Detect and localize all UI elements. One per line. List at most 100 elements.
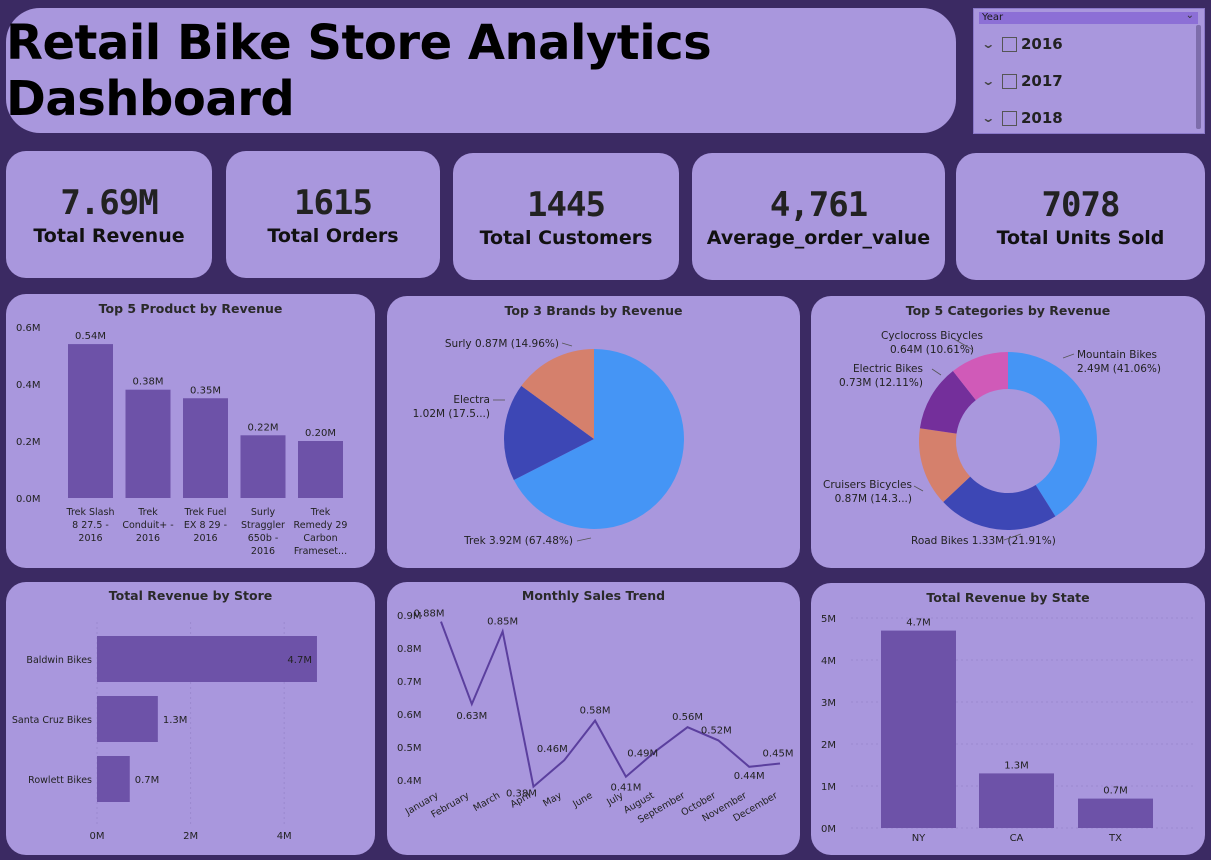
data-label: 0.46M — [537, 744, 568, 755]
year-slicer[interactable]: Year ⌄ ⌄ 2016 ⌄ 2017 ⌄ 2018 — [973, 8, 1205, 134]
chart-card-top-brands: Top 3 Brands by Revenue Trek 3.92M (67.4… — [387, 296, 800, 568]
slice-label: Surly 0.87M (14.96%) — [445, 338, 559, 350]
checkbox[interactable] — [1002, 110, 1017, 126]
slicer-header-label: Year — [982, 12, 1004, 23]
kpi-total-units-sold: 7078 Total Units Sold — [956, 153, 1205, 280]
chevron-down-icon[interactable]: ⌄ — [981, 74, 1001, 88]
y-tick-label: 0.4M — [16, 380, 41, 391]
x-tick-label: 2016 — [251, 546, 275, 557]
slice-label: Mountain Bikes — [1077, 349, 1157, 361]
chevron-down-icon[interactable]: ⌄ — [1186, 10, 1194, 22]
kpi-total-revenue: 7.69M Total Revenue — [6, 151, 212, 278]
y-tick-label: 0.7M — [397, 677, 422, 688]
data-label: 0.38M — [133, 377, 164, 388]
kpi-label: Total Units Sold — [996, 226, 1165, 249]
slice-label: Road Bikes 1.33M (21.91%) — [911, 535, 1056, 547]
slice-label: Electra — [453, 394, 490, 406]
chevron-down-icon[interactable]: ⌄ — [981, 37, 1001, 51]
x-tick-label: Remedy 29 — [294, 520, 348, 531]
y-tick-label: 0.6M — [397, 710, 422, 721]
bar — [183, 398, 228, 498]
data-label: 0.44M — [734, 771, 765, 782]
kpi-value: 4,761 — [769, 184, 868, 225]
dashboard-title-card: Retail Bike Store Analytics Dashboard — [6, 8, 956, 133]
x-tick-label: 2016 — [193, 533, 217, 544]
data-label: 0.58M — [580, 706, 611, 717]
checkbox[interactable] — [1002, 36, 1017, 52]
bar — [298, 441, 343, 498]
kpi-label: Total Revenue — [33, 224, 185, 247]
slicer-scrollbar[interactable] — [1196, 25, 1201, 129]
leader-line — [1062, 353, 1075, 359]
revenue-by-store-bar-chart: 0M 2M 4M Baldwin Bikes 4.7M Santa Cruz Bikes 1… — [12, 622, 317, 842]
kpi-label: Total Orders — [267, 224, 399, 247]
x-tick-label: June — [570, 790, 594, 810]
y-tick-label: Rowlett Bikes — [28, 775, 92, 786]
slicer-item-2018[interactable]: ⌄ 2018 — [981, 108, 1063, 128]
y-tick-label: 4M — [821, 656, 836, 667]
monthly-sales-line-chart: 0.4M0.5M0.6M0.7M0.8M0.9M0.88MJanuary0.63… — [397, 609, 793, 826]
y-tick-label: 0.5M — [397, 743, 422, 754]
y-tick-label: 0.2M — [16, 437, 41, 448]
leader-line — [913, 485, 924, 492]
y-tick-label: Santa Cruz Bikes — [12, 715, 92, 726]
y-tick-label: 0.6M — [16, 323, 41, 334]
x-tick-label: Trek Fuel — [184, 507, 227, 518]
x-tick-label: 650b - — [248, 533, 279, 544]
y-tick-label: 3M — [821, 698, 836, 709]
bar — [97, 696, 158, 742]
top-categories-donut-chart: Mountain Bikes 2.49M (41.06%) Road Bikes 1… — [823, 330, 1161, 547]
slice-label: Cyclocross Bicycles — [881, 330, 983, 342]
data-label: 0.56M — [672, 712, 703, 723]
x-tick-label: Surly — [251, 507, 276, 518]
bar — [68, 344, 113, 498]
dashboard-title: Retail Bike Store Analytics Dashboard — [6, 14, 712, 127]
data-label: 0.85M — [487, 617, 518, 628]
top-products-bar-chart: 0.0M 0.2M 0.4M 0.6M 0.54M Trek Slash 8 27.5 - 2… — [16, 323, 348, 557]
data-label: 0.22M — [248, 422, 279, 433]
y-tick-label: 0.0M — [16, 494, 41, 505]
data-label: 0.63M — [456, 711, 487, 722]
leader-line — [561, 342, 573, 347]
bar — [979, 773, 1054, 828]
data-label: 0.54M — [75, 331, 106, 342]
y-tick-label: 1M — [821, 782, 836, 793]
x-tick-label: 2016 — [136, 533, 160, 544]
chart-card-monthly-trend: Monthly Sales Trend 0.4M 0.5M 0.6M 0.7M 0.8M… — [387, 582, 800, 855]
x-tick-label: Trek Slash — [66, 507, 115, 518]
bar — [97, 756, 130, 802]
x-tick-label: EX 8 29 - — [184, 520, 227, 531]
slicer-item-2017[interactable]: ⌄ 2017 — [981, 71, 1063, 91]
slicer-item-2016[interactable]: ⌄ 2016 — [981, 34, 1063, 54]
series-line — [440, 621, 781, 789]
x-tick-label: CA — [1010, 833, 1024, 844]
y-tick-label: 0.8M — [397, 644, 422, 655]
slice-label: Cruisers Bicycles — [823, 479, 912, 491]
data-label: 0.7M — [1103, 786, 1128, 797]
slice-label: 0.64M (10.61%) — [890, 344, 974, 356]
slice-label: 2.49M (41.06%) — [1077, 363, 1161, 375]
leader-line — [931, 368, 942, 376]
data-label: 0.35M — [190, 385, 221, 396]
x-tick-label: TX — [1108, 833, 1122, 844]
slicer-header[interactable]: Year ⌄ — [979, 10, 1198, 24]
slice-label: Electric Bikes — [853, 363, 923, 375]
data-label: 0.49M — [627, 748, 658, 759]
x-tick-label: Carbon — [303, 533, 337, 544]
chevron-down-icon[interactable]: ⌄ — [981, 111, 1001, 125]
x-tick-label: NY — [912, 833, 926, 844]
leader-line — [576, 537, 592, 542]
slice-label: 0.87M (14.3...) — [835, 493, 912, 505]
bar — [97, 636, 317, 682]
checkbox[interactable] — [1002, 73, 1017, 89]
chart-card-top-products: Top 5 Product by Revenue 0.0M 0.2M 0.4M 0.6… — [6, 294, 375, 568]
bar — [881, 630, 956, 828]
x-tick-label: March — [472, 790, 503, 814]
chart-card-top-categories: Top 5 Categories by Revenue Mountain Bik… — [811, 296, 1205, 568]
y-tick-label: 0M — [821, 824, 836, 835]
y-tick-label: 0.4M — [397, 776, 422, 787]
chart-card-revenue-by-store: Total Revenue by Store 0M 2M 4M Baldwin Bik… — [6, 582, 375, 855]
x-tick-label: 2016 — [78, 533, 102, 544]
slice-label: Trek 3.92M (67.48%) — [463, 535, 573, 547]
top-brands-pie-chart: Trek 3.92M (67.48%) Electra 1.02M (17.5...… — [413, 338, 684, 547]
